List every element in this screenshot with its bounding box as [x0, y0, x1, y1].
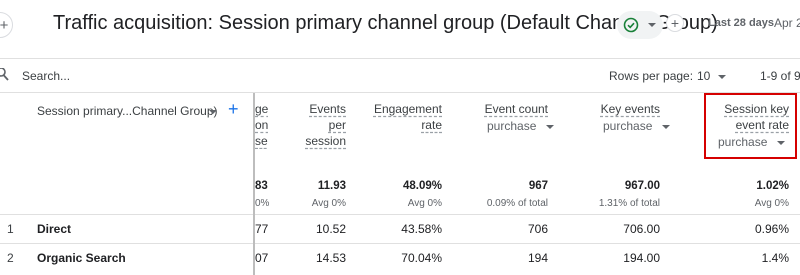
chevron-down-icon[interactable] — [209, 110, 217, 114]
row-key-events: 194.00 — [623, 251, 660, 265]
total-engagement-rate: 48.09% — [402, 180, 442, 192]
total-key-events: 967.00 — [624, 180, 660, 192]
row-session-key-event-rate: 1.4% — [761, 251, 789, 265]
partial-total: 83 — [255, 180, 268, 192]
frozen-column-divider[interactable] — [253, 93, 255, 275]
row-channel-name[interactable]: Direct — [37, 222, 71, 236]
partial-total-sub: 0% — [255, 198, 270, 209]
highlight-box — [704, 93, 797, 159]
search-icon — [0, 68, 9, 81]
row-partial-value: 77 — [255, 222, 269, 236]
row-events-per-session: 14.53 — [315, 251, 346, 265]
row-engagement-rate: 43.58% — [401, 222, 442, 236]
toolbar-divider — [0, 92, 800, 93]
pagination-info: 1-9 of 9 — [760, 69, 800, 83]
rows-per-page-label: Rows per page: — [609, 69, 694, 83]
add-icon: + — [670, 15, 680, 31]
key-events-selector[interactable]: purchase — [603, 119, 670, 133]
metric-header-key-events[interactable]: Key events — [572, 101, 660, 117]
row-event-count: 194 — [527, 251, 548, 265]
add-icon: + — [228, 99, 239, 119]
metric-header-events-per-session[interactable]: Events per session — [280, 101, 346, 149]
row-engagement-rate: 70.04% — [401, 251, 442, 265]
metric-header-partial[interactable]: ged ons ser — [255, 101, 268, 149]
total-engagement-rate-sub: Avg 0% — [407, 198, 442, 209]
table-row[interactable]: 1 Direct 77 10.52 43.58% 706 706.00 0.96… — [0, 215, 800, 243]
chevron-down-icon[interactable] — [718, 75, 726, 79]
header-divider — [0, 58, 800, 59]
dimension-header[interactable]: Session primary...Channel Group) — [37, 104, 218, 118]
check-circle-icon — [623, 17, 639, 33]
total-session-key-event-rate: 1.02% — [756, 180, 789, 192]
chevron-down-icon — [648, 23, 656, 27]
metric-header-engagement-rate[interactable]: Engagement rate — [362, 101, 442, 133]
total-event-count-sub: 0.09% of total — [486, 198, 548, 209]
total-session-key-event-rate-sub: Avg 0% — [754, 198, 789, 209]
row-number: 2 — [7, 251, 14, 265]
row-event-count: 706 — [527, 222, 548, 236]
row-key-events: 706.00 — [623, 222, 660, 236]
add-icon: + — [0, 16, 9, 34]
add-dimension-button[interactable]: + — [228, 99, 239, 120]
report-status-dropdown[interactable] — [617, 11, 663, 39]
date-range-value[interactable]: Apr 2 — [774, 16, 800, 30]
row-channel-name[interactable]: Organic Search — [37, 251, 126, 265]
total-event-count: 967 — [528, 180, 548, 192]
total-events-per-session-sub: Avg 0% — [311, 198, 346, 209]
rows-per-page-select[interactable]: 10 — [697, 69, 710, 83]
event-count-selector[interactable]: purchase — [487, 119, 554, 133]
total-events-per-session: 11.93 — [317, 180, 346, 192]
add-report-button[interactable]: + — [666, 14, 684, 32]
chevron-down-icon — [661, 124, 670, 129]
row-events-per-session: 10.52 — [315, 222, 346, 236]
add-comparison-button[interactable]: + — [0, 12, 13, 38]
chevron-down-icon — [545, 124, 554, 129]
row-partial-value: 07 — [255, 251, 269, 265]
search-input[interactable]: Search... — [22, 69, 70, 83]
total-key-events-sub: 1.31% of total — [598, 198, 660, 209]
row-session-key-event-rate: 0.96% — [754, 222, 789, 236]
table-row[interactable]: 2 Organic Search 07 14.53 70.04% 194 194… — [0, 244, 800, 272]
metric-header-event-count[interactable]: Event count — [460, 101, 548, 117]
date-range-label[interactable]: Last 28 days — [708, 17, 774, 29]
row-number: 1 — [7, 222, 14, 236]
